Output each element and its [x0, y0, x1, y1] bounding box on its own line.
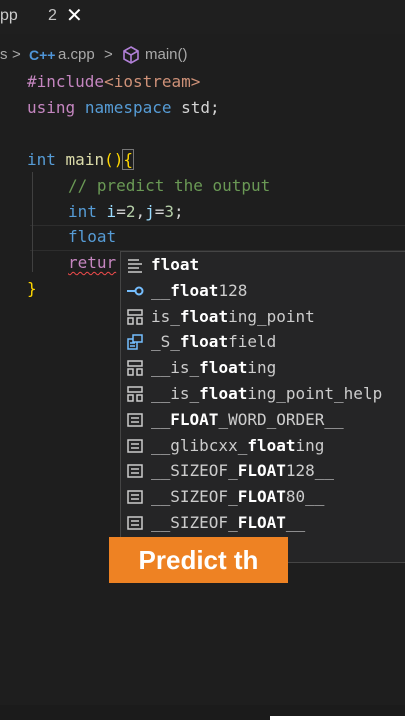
suggestion-item[interactable]: __FLOAT_WORD_ORDER__: [121, 408, 405, 434]
struct-icon: [126, 385, 144, 403]
struct-icon: [126, 308, 144, 326]
suggestion-item[interactable]: _S_floatfield: [121, 330, 405, 356]
suggestion-label: __glibcxx_floating: [151, 435, 325, 455]
constant-icon: [126, 411, 144, 429]
code-line-5: // predict the output: [68, 176, 271, 195]
suggestion-item[interactable]: __SIZEOF_FLOAT80__: [121, 485, 405, 511]
suggestion-label: __SIZEOF_FLOAT__: [151, 513, 306, 532]
code-line-7: float: [68, 227, 117, 246]
suggestion-item[interactable]: __float128: [121, 279, 405, 305]
method-cube-icon: [123, 46, 139, 64]
breadcrumb: s > C++ a.cpp > main(): [0, 44, 405, 68]
close-icon[interactable]: ✕: [66, 3, 83, 27]
code-line-1: #include<iostream>: [27, 72, 201, 91]
enum-icon: [126, 333, 144, 351]
suggestion-item[interactable]: __SIZEOF_FLOAT__: [121, 511, 405, 537]
constant-icon: [126, 488, 144, 506]
progress-indicator: [270, 716, 405, 720]
suggestion-label: is_floating_point: [151, 306, 315, 326]
tab-bar: pp 2 ✕: [0, 0, 405, 34]
code-line-9: }: [27, 279, 37, 298]
problem-count-badge: 2: [48, 7, 57, 24]
code-line-4: int main(){: [27, 149, 134, 170]
suggestion-item[interactable]: __glibcxx_floating: [121, 434, 405, 460]
suggestion-label: __FLOAT_WORD_ORDER__: [151, 409, 344, 429]
suggestion-label: float: [151, 255, 200, 274]
breadcrumb-separator: >: [12, 46, 21, 63]
suggestion-label: __float128: [151, 280, 248, 300]
tab-label[interactable]: pp: [0, 7, 18, 25]
breadcrumb-file[interactable]: a.cpp: [58, 46, 95, 63]
suggestion-item[interactable]: float: [121, 253, 405, 279]
breadcrumb-separator: >: [104, 46, 113, 63]
code-line-6: int i=2,j=3;: [68, 202, 184, 221]
breadcrumb-folder[interactable]: s: [0, 46, 8, 63]
constant-icon: [126, 514, 144, 532]
code-line-2: using namespace std;: [27, 98, 220, 117]
text-icon: [126, 256, 144, 274]
suggestion-label: __is_floating: [151, 358, 277, 378]
autocomplete-suggestion-list[interactable]: float __float128 is_floating_point _S_float…: [120, 251, 405, 563]
struct-icon: [126, 359, 144, 377]
breadcrumb-symbol[interactable]: main(): [145, 46, 188, 63]
suggestion-item[interactable]: __is_floating: [121, 356, 405, 382]
variable-icon: [126, 282, 144, 300]
constant-icon: [126, 437, 144, 455]
suggestion-label: __is_floating_point_help: [151, 384, 383, 403]
suggestion-label: __SIZEOF_FLOAT80__: [151, 487, 325, 507]
suggestion-item[interactable]: is_floating_point: [121, 305, 405, 331]
code-line-8: retur: [68, 253, 117, 272]
suggestion-item[interactable]: __is_floating_point_help: [121, 382, 405, 408]
constant-icon: [126, 462, 144, 480]
suggestion-label: __SIZEOF_FLOAT128__: [151, 461, 335, 481]
indent-guide: [32, 172, 33, 272]
suggestion-item[interactable]: __SIZEOF_FLOAT128__: [121, 459, 405, 485]
video-caption: Predict th: [109, 537, 288, 583]
cpp-file-icon: C++: [29, 47, 56, 63]
suggestion-label: _S_floatfield: [151, 332, 277, 352]
